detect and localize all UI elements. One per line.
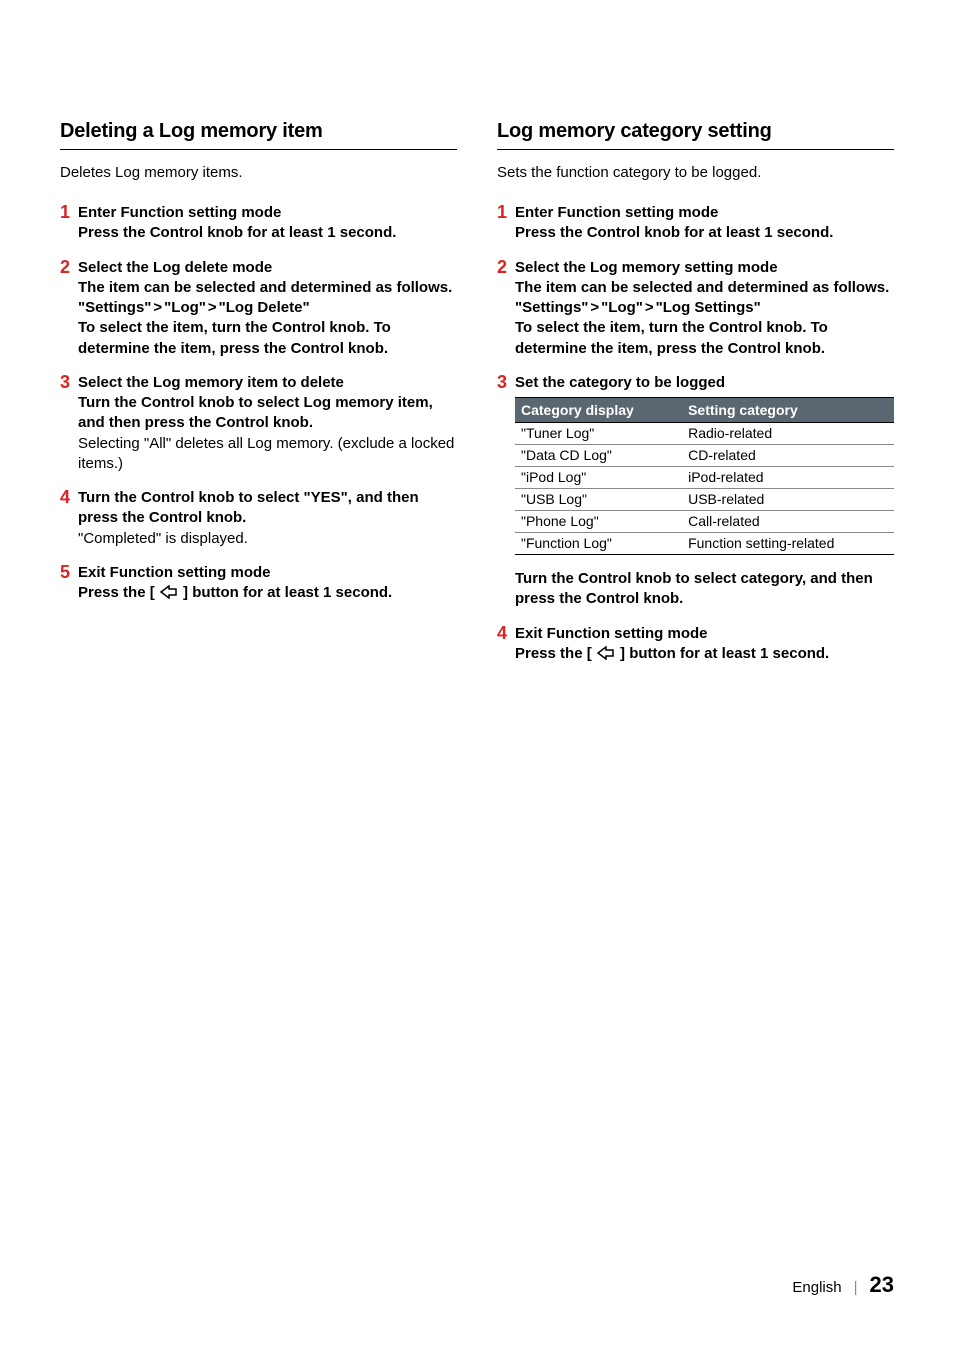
step-instruction: To select the item, turn the Control kno… <box>78 318 457 359</box>
menu-path: "Settings">"Log">"Log Settings" <box>515 298 894 318</box>
text-suffix: ] button for at least 1 second. <box>616 645 829 662</box>
table-cell: Radio-related <box>682 423 894 445</box>
step-instruction: Press the [ ] button for at least 1 seco… <box>78 583 457 603</box>
path-separator: > <box>206 299 219 316</box>
path-part: "Log" <box>601 299 643 316</box>
step-heading: Exit Function setting mode <box>515 624 894 644</box>
text-prefix: Press the [ <box>78 584 159 601</box>
step-instruction: Turn the Control knob to select category… <box>515 569 894 610</box>
table-cell: USB-related <box>682 489 894 511</box>
table-row: "Data CD Log"CD-related <box>515 445 894 467</box>
step-body: Select the Log memory item to delete Tur… <box>78 373 457 474</box>
step-body: Select the Log delete mode The item can … <box>78 258 457 359</box>
menu-path: "Settings">"Log">"Log Delete" <box>78 298 457 318</box>
table-cell: "USB Log" <box>515 489 682 511</box>
step-number: 3 <box>497 373 515 610</box>
table-row: "Phone Log"Call-related <box>515 511 894 533</box>
step-instruction: To select the item, turn the Control kno… <box>515 318 894 359</box>
path-separator: > <box>588 299 601 316</box>
step-heading: Exit Function setting mode <box>78 563 457 583</box>
table-cell: "Data CD Log" <box>515 445 682 467</box>
table-cell: Call-related <box>682 511 894 533</box>
table-cell: iPod-related <box>682 467 894 489</box>
path-separator: > <box>151 299 164 316</box>
text-prefix: Press the [ <box>515 645 596 662</box>
step-instruction: Press the [ ] button for at least 1 seco… <box>515 644 894 664</box>
step-body: Enter Function setting mode Press the Co… <box>78 203 457 244</box>
step-number: 4 <box>60 488 78 549</box>
step-body: Select the Log memory setting mode The i… <box>515 258 894 359</box>
step-body: Turn the Control knob to select "YES", a… <box>78 488 457 549</box>
back-icon <box>596 646 616 660</box>
step-instruction: The item can be selected and determined … <box>78 278 457 298</box>
path-part: "Log" <box>164 299 206 316</box>
right-column: Log memory category setting Sets the fun… <box>497 120 894 678</box>
step-number: 3 <box>60 373 78 474</box>
footer-language: English <box>792 1279 841 1296</box>
step-number: 1 <box>497 203 515 244</box>
step-body: Enter Function setting mode Press the Co… <box>515 203 894 244</box>
table-cell: CD-related <box>682 445 894 467</box>
step-number: 5 <box>60 563 78 604</box>
path-part: "Log Settings" <box>656 299 761 316</box>
footer-divider: | <box>854 1279 858 1296</box>
table-header: Category display <box>515 398 682 423</box>
table-cell: "iPod Log" <box>515 467 682 489</box>
step-note: "Completed" is displayed. <box>78 529 457 549</box>
step-instruction: Press the Control knob for at least 1 se… <box>78 223 457 243</box>
footer-page-number: 23 <box>870 1272 894 1298</box>
intro-text: Sets the function category to be logged. <box>497 164 894 181</box>
step-4: 4 Turn the Control knob to select "YES",… <box>60 488 457 549</box>
step-number: 2 <box>497 258 515 359</box>
table-cell: "Function Log" <box>515 533 682 555</box>
step-body: Exit Function setting mode Press the [ ]… <box>515 624 894 665</box>
step-number: 4 <box>497 624 515 665</box>
step-instruction: Turn the Control knob to select Log memo… <box>78 393 457 434</box>
step-heading: Set the category to be logged <box>515 373 894 393</box>
left-column: Deleting a Log memory item Deletes Log m… <box>60 120 457 678</box>
page-footer: English | 23 <box>792 1272 894 1298</box>
back-icon <box>159 585 179 599</box>
page-content: Deleting a Log memory item Deletes Log m… <box>0 0 954 678</box>
step-body: Set the category to be logged Category d… <box>515 373 894 610</box>
step-heading: Turn the Control knob to select "YES", a… <box>78 488 457 529</box>
step-instruction: Press the Control knob for at least 1 se… <box>515 223 894 243</box>
table-row: "Function Log"Function setting-related <box>515 533 894 555</box>
path-separator: > <box>643 299 656 316</box>
step-heading: Enter Function setting mode <box>78 203 457 223</box>
step-1: 1 Enter Function setting mode Press the … <box>497 203 894 244</box>
step-heading: Enter Function setting mode <box>515 203 894 223</box>
table-cell: "Phone Log" <box>515 511 682 533</box>
step-4: 4 Exit Function setting mode Press the [… <box>497 624 894 665</box>
path-part: "Log Delete" <box>219 299 310 316</box>
table-cell: Function setting-related <box>682 533 894 555</box>
table-cell: "Tuner Log" <box>515 423 682 445</box>
step-heading: Select the Log delete mode <box>78 258 457 278</box>
step-2: 2 Select the Log memory setting mode The… <box>497 258 894 359</box>
table-row: "USB Log"USB-related <box>515 489 894 511</box>
step-heading: Select the Log memory setting mode <box>515 258 894 278</box>
step-instruction: The item can be selected and determined … <box>515 278 894 298</box>
step-note: Selecting "All" deletes all Log memory. … <box>78 434 457 475</box>
step-5: 5 Exit Function setting mode Press the [… <box>60 563 457 604</box>
step-heading: Select the Log memory item to delete <box>78 373 457 393</box>
table-row: "Tuner Log"Radio-related <box>515 423 894 445</box>
text-suffix: ] button for at least 1 second. <box>179 584 392 601</box>
table-header-row: Category display Setting category <box>515 398 894 423</box>
step-3: 3 Set the category to be logged Category… <box>497 373 894 610</box>
step-number: 2 <box>60 258 78 359</box>
intro-text: Deletes Log memory items. <box>60 164 457 181</box>
step-1: 1 Enter Function setting mode Press the … <box>60 203 457 244</box>
step-body: Exit Function setting mode Press the [ ]… <box>78 563 457 604</box>
step-3: 3 Select the Log memory item to delete T… <box>60 373 457 474</box>
step-number: 1 <box>60 203 78 244</box>
path-part: "Settings" <box>515 299 588 316</box>
section-title-category: Log memory category setting <box>497 120 894 150</box>
step-2: 2 Select the Log delete mode The item ca… <box>60 258 457 359</box>
section-title-deleting: Deleting a Log memory item <box>60 120 457 150</box>
table-row: "iPod Log"iPod-related <box>515 467 894 489</box>
table-header: Setting category <box>682 398 894 423</box>
category-table: Category display Setting category "Tuner… <box>515 397 894 555</box>
path-part: "Settings" <box>78 299 151 316</box>
